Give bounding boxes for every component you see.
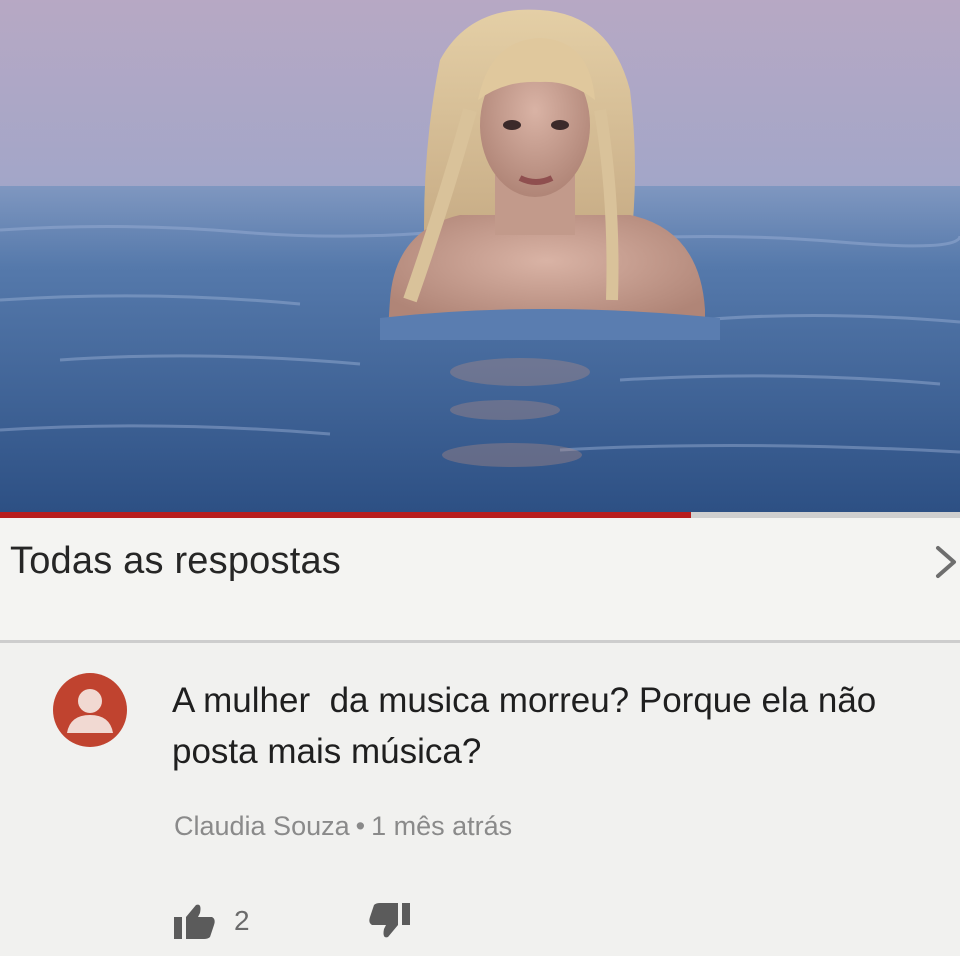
comment-meta: Claudia Souza • 1 mês atrás bbox=[174, 811, 512, 842]
like-count: 2 bbox=[234, 905, 250, 936]
comment-time: 1 mês atrás bbox=[371, 811, 513, 841]
thumbs-up-icon[interactable] bbox=[172, 901, 216, 941]
default-avatar-icon[interactable] bbox=[53, 673, 127, 747]
woman-in-sea-photo bbox=[0, 0, 960, 512]
thumbs-down-icon[interactable] bbox=[368, 901, 412, 941]
comment-text: A mulher da musica morreu? Porque ela nã… bbox=[172, 681, 896, 771]
video-player[interactable] bbox=[0, 0, 960, 512]
comment-author[interactable]: Claudia Souza bbox=[174, 811, 350, 841]
replies-header: Todas as respostas bbox=[0, 518, 960, 643]
comment-item: A mulher da musica morreu? Porque ela nã… bbox=[0, 643, 960, 956]
chevron-right-icon[interactable] bbox=[934, 542, 960, 582]
replies-title: Todas as respostas bbox=[10, 540, 341, 582]
meta-separator: • bbox=[355, 811, 366, 841]
